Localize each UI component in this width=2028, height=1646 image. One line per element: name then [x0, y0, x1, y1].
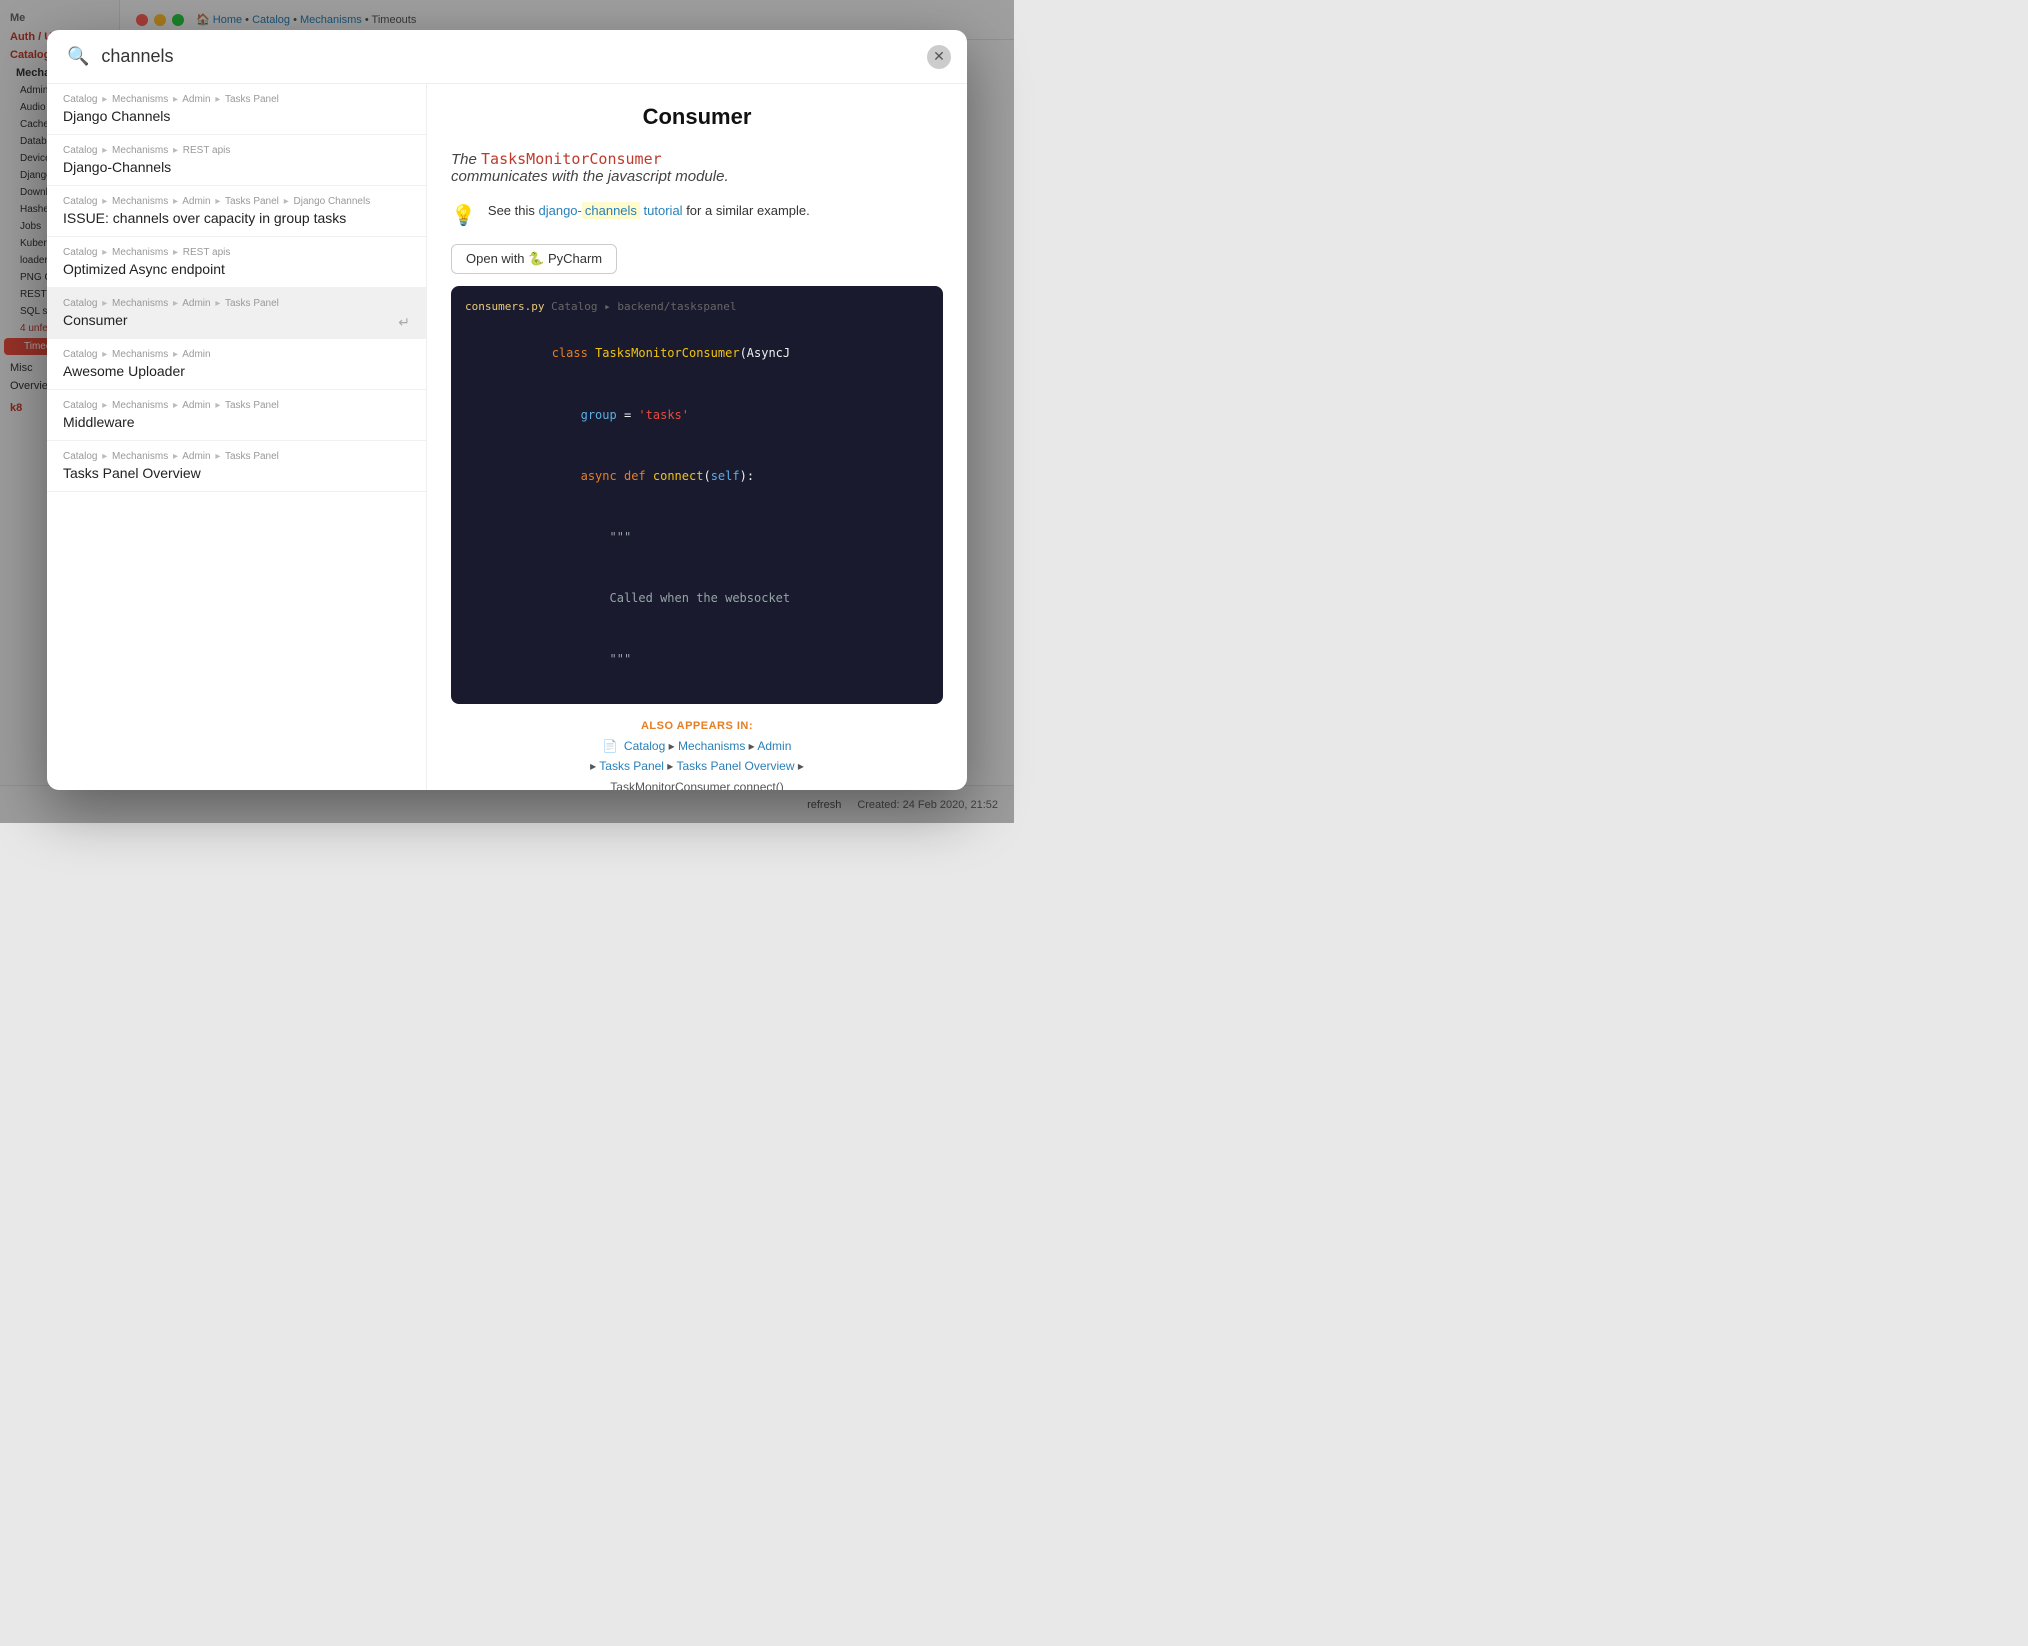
close-modal-button[interactable]: ✕ [927, 45, 951, 69]
lightbulb-icon: 💡 [451, 203, 476, 228]
code-line: Called when the websocket [465, 568, 929, 629]
search-results-panel: Catalog ▸ Mechanisms ▸ Admin ▸ Tasks Pan… [47, 84, 427, 790]
result-breadcrumb: Catalog ▸ Mechanisms ▸ Admin ▸ Tasks Pan… [63, 196, 410, 207]
result-optimized-async[interactable]: Catalog ▸ Mechanisms ▸ REST apis Optimiz… [47, 237, 426, 288]
classname: TasksMonitorConsumer [481, 150, 662, 168]
catalog-link[interactable]: Catalog [624, 739, 665, 753]
result-title: Django Channels [63, 108, 410, 124]
result-title: Tasks Panel Overview [63, 465, 410, 481]
search-icon: 🔍 [67, 46, 89, 67]
result-awesome-uploader[interactable]: Catalog ▸ Mechanisms ▸ Admin Awesome Upl… [47, 339, 426, 390]
mechanisms-link[interactable]: Mechanisms [678, 739, 745, 753]
result-breadcrumb: Catalog ▸ Mechanisms ▸ REST apis [63, 247, 410, 258]
result-title: Middleware [63, 414, 410, 430]
code-block-1: consumers.py Catalog ▸ backend/taskspane… [451, 286, 943, 704]
tip-text: See this django-channels tutorial for a … [488, 201, 810, 221]
code-filename: consumers.py [465, 300, 544, 313]
code-line: """ [465, 629, 929, 690]
modal-body: Catalog ▸ Mechanisms ▸ Admin ▸ Tasks Pan… [47, 84, 967, 790]
result-title: Django-Channels [63, 159, 410, 175]
result-consumer[interactable]: Catalog ▸ Mechanisms ▸ Admin ▸ Tasks Pan… [47, 288, 426, 339]
result-issue-channels[interactable]: Catalog ▸ Mechanisms ▸ Admin ▸ Tasks Pan… [47, 186, 426, 237]
tip-box: 💡 See this django-channels tutorial for … [451, 201, 943, 228]
admin-link[interactable]: Admin [757, 739, 791, 753]
detail-panel: Consumer The TasksMonitorConsumer commun… [427, 84, 967, 790]
open-pycharm-button[interactable]: Open with 🐍 PyCharm [451, 244, 617, 274]
result-django-channels-2[interactable]: Catalog ▸ Mechanisms ▸ REST apis Django-… [47, 135, 426, 186]
tasks-panel-overview-link[interactable]: Tasks Panel Overview [676, 759, 794, 773]
search-input[interactable] [101, 46, 947, 67]
result-breadcrumb: Catalog ▸ Mechanisms ▸ Admin ▸ Tasks Pan… [63, 400, 410, 411]
enter-icon: ↵ [398, 314, 410, 331]
search-modal: 🔍 ✕ Catalog ▸ Mechanisms ▸ Admin ▸ Tasks… [47, 30, 967, 790]
detail-description: The TasksMonitorConsumer communicates wi… [451, 150, 943, 185]
code-line: async def connect(self): [465, 445, 929, 506]
code-line: """ [465, 507, 929, 568]
result-breadcrumb: Catalog ▸ Mechanisms ▸ Admin [63, 349, 410, 360]
tasks-panel-link[interactable]: Tasks Panel [599, 759, 664, 773]
description-prefix: The [451, 151, 477, 168]
tip-link-tutorial[interactable]: tutorial [644, 203, 683, 218]
result-title: Optimized Async endpoint [63, 261, 410, 277]
search-modal-overlay: 🔍 ✕ Catalog ▸ Mechanisms ▸ Admin ▸ Tasks… [0, 0, 1014, 823]
result-breadcrumb: Catalog ▸ Mechanisms ▸ Admin ▸ Tasks Pan… [63, 451, 410, 462]
result-breadcrumb: Catalog ▸ Mechanisms ▸ Admin ▸ Tasks Pan… [63, 94, 410, 105]
tip-link-channels[interactable]: channels [582, 202, 640, 219]
also-appears-label: ALSO APPEARS IN: [451, 720, 943, 732]
result-middleware[interactable]: Catalog ▸ Mechanisms ▸ Admin ▸ Tasks Pan… [47, 390, 426, 441]
also-appears-path: 📄 Catalog ▸ Mechanisms ▸ Admin ▸ Tasks P… [451, 736, 943, 790]
code-line: group = 'tasks' [465, 384, 929, 445]
result-breadcrumb: Catalog ▸ Mechanisms ▸ REST apis [63, 145, 410, 156]
result-title: ISSUE: channels over capacity in group t… [63, 210, 410, 226]
result-django-channels[interactable]: Catalog ▸ Mechanisms ▸ Admin ▸ Tasks Pan… [47, 84, 426, 135]
result-tasks-panel-overview[interactable]: Catalog ▸ Mechanisms ▸ Admin ▸ Tasks Pan… [47, 441, 426, 492]
result-breadcrumb: Catalog ▸ Mechanisms ▸ Admin ▸ Tasks Pan… [63, 298, 410, 309]
result-title: Consumer ↵ [63, 312, 410, 328]
tip-link-django[interactable]: django- [539, 203, 582, 218]
description-suffix: communicates with the javascript module. [451, 168, 729, 185]
result-title: Awesome Uploader [63, 363, 410, 379]
code-block-1-header: consumers.py Catalog ▸ backend/taskspane… [465, 300, 929, 313]
search-header: 🔍 ✕ [47, 30, 967, 84]
code-line: class TasksMonitorConsumer(AsyncJ [465, 323, 929, 384]
detail-title: Consumer [451, 104, 943, 130]
also-appears-section: ALSO APPEARS IN: 📄 Catalog ▸ Mechanisms … [451, 720, 943, 790]
